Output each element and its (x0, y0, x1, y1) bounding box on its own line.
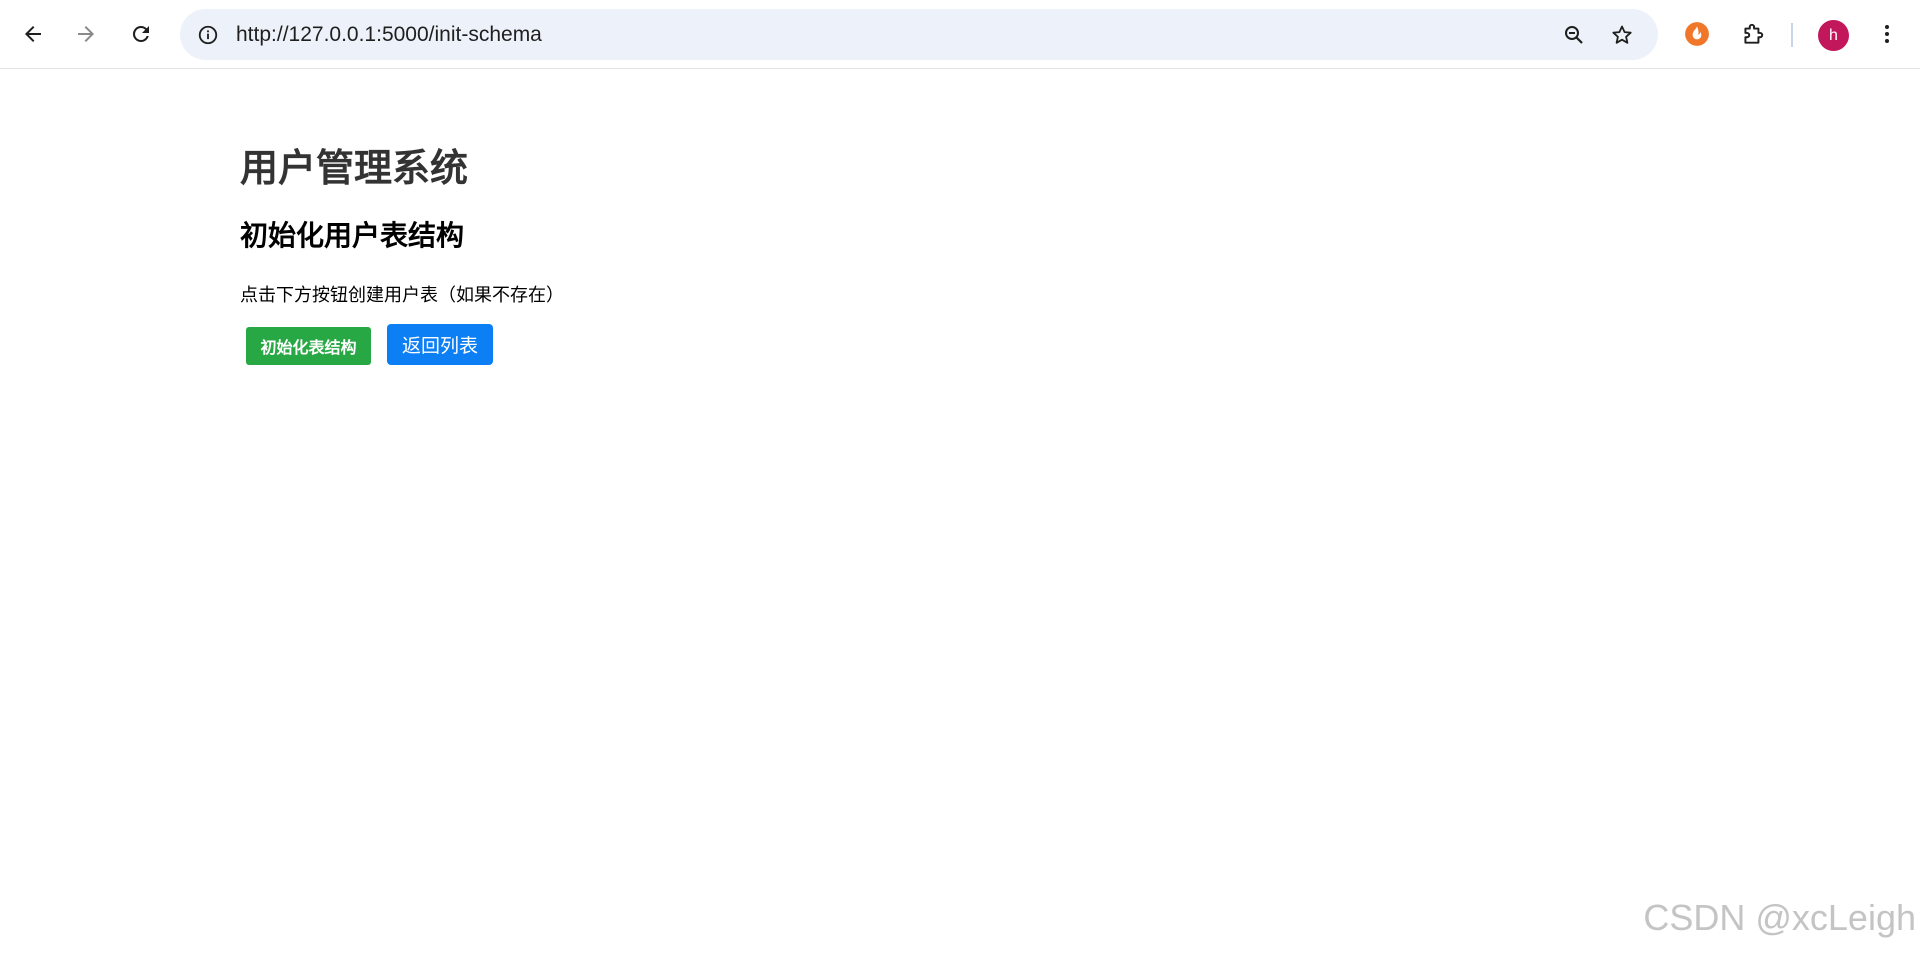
toolbar-divider (1791, 23, 1793, 47)
url-text[interactable]: http://127.0.0.1:5000/init-schema (236, 9, 542, 60)
browser-menu-button[interactable] (1871, 18, 1903, 50)
extensions-menu-button[interactable] (1737, 18, 1769, 50)
description-text: 点击下方按钮创建用户表（如果不存在） (240, 285, 564, 306)
address-bar[interactable]: http://127.0.0.1:5000/init-schema (180, 9, 1658, 60)
back-button[interactable] (13, 14, 53, 54)
reload-button[interactable] (121, 14, 161, 54)
info-icon (198, 25, 218, 45)
profile-avatar[interactable]: h (1818, 20, 1849, 51)
page-title: 用户管理系统 (240, 148, 469, 190)
reload-icon (132, 25, 149, 42)
forward-button[interactable] (66, 14, 106, 54)
extension-button[interactable] (1681, 18, 1713, 50)
section-title: 初始化用户表结构 (240, 219, 465, 252)
init-schema-button[interactable]: 初始化表结构 (246, 327, 371, 365)
watermark: CSDN @xcLeigh (1643, 897, 1916, 938)
site-info-button[interactable] (192, 19, 224, 51)
zoom-out-icon (1565, 26, 1583, 44)
puzzle-icon (1744, 23, 1764, 44)
star-icon (1612, 25, 1632, 44)
arrow-right-icon (78, 26, 94, 42)
more-vert-icon (1885, 25, 1889, 43)
back-to-list-button[interactable]: 返回列表 (387, 324, 493, 365)
browser-toolbar: http://127.0.0.1:5000/init-schema h (0, 0, 1920, 69)
extension-icon (1685, 22, 1709, 46)
zoom-button[interactable] (1558, 19, 1590, 51)
bookmark-button[interactable] (1606, 19, 1638, 51)
arrow-left-icon (25, 26, 41, 42)
